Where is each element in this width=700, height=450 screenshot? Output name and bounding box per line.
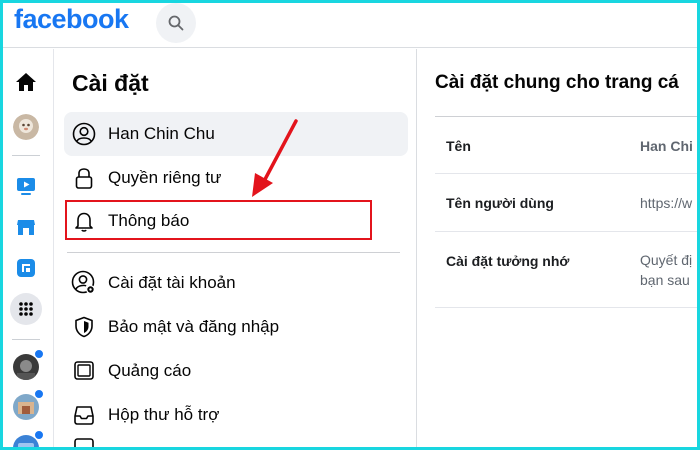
inbox-icon (70, 401, 98, 429)
row-divider (435, 307, 700, 308)
settings-item-ads[interactable]: Quảng cáo (64, 349, 408, 393)
settings-item-label: Han Chin Chu (108, 124, 215, 143)
row-value-memorial-line1[interactable]: Quyết đị (640, 250, 692, 270)
settings-item-label: Bảo mật và đăng nhập (108, 317, 280, 336)
row-divider (435, 231, 700, 232)
notification-dot (34, 389, 44, 399)
left-shortcut-rail (0, 49, 54, 450)
avatar-image (13, 114, 39, 140)
title-divider (435, 116, 700, 117)
settings-title: Cài đặt (72, 70, 149, 96)
row-value-memorial-line2: bạn sau (640, 272, 690, 288)
settings-item-privacy[interactable]: Quyền riêng tư (64, 156, 408, 200)
settings-item-label: Cài đặt tài khoản (108, 273, 236, 292)
row-divider (435, 173, 700, 174)
notification-dot (34, 430, 44, 440)
facebook-logo[interactable]: facebook (14, 4, 129, 35)
watch-shortcut[interactable] (13, 173, 39, 199)
apps-menu-button[interactable] (10, 293, 42, 325)
main-content: Cài đặt chung cho trang cá Tên Han Chi T… (418, 49, 700, 450)
row-value-username[interactable]: https://w (640, 193, 692, 213)
row-label-name: Tên (446, 138, 471, 154)
lock-icon (70, 164, 98, 192)
settings-sidebar: Cài đặt Han Chin Chu Quyền riêng tư Thôn… (55, 49, 417, 450)
gaming-icon (17, 259, 35, 277)
top-navigation-bar: facebook (0, 0, 700, 48)
watch-icon (17, 178, 35, 195)
settings-item-partial[interactable] (64, 437, 408, 450)
annotation-arrow-icon (252, 119, 298, 197)
settings-item-label: Quyền riêng tư (108, 168, 222, 187)
row-label-memorial: Cài đặt tưởng nhớ (446, 253, 570, 269)
row-value-name[interactable]: Han Chi (640, 136, 693, 156)
page-title: Cài đặt chung cho trang cá (435, 72, 679, 93)
apps-grid-icon (19, 302, 33, 316)
user-circle-icon (70, 120, 98, 148)
ad-screen-icon (70, 357, 98, 385)
partial-item-icon (70, 437, 98, 450)
marketplace-icon (17, 220, 35, 235)
settings-item-notifications[interactable]: Thông báo (64, 199, 408, 243)
marketplace-shortcut[interactable] (13, 214, 39, 240)
settings-item-profile[interactable]: Han Chin Chu (64, 112, 408, 156)
settings-item-security[interactable]: Bảo mật và đăng nhập (64, 305, 408, 349)
settings-item-label: Hộp thư hỗ trợ (108, 405, 220, 424)
gaming-shortcut[interactable] (13, 255, 39, 281)
home-icon (16, 73, 36, 91)
settings-item-account[interactable]: Cài đặt tài khoản (64, 261, 408, 305)
settings-item-label: Thông báo (108, 211, 190, 230)
row-label-username: Tên người dùng (446, 195, 554, 211)
rail-divider (12, 339, 40, 340)
settings-item-label: Quảng cáo (108, 361, 192, 380)
home-shortcut[interactable] (13, 69, 39, 95)
search-button[interactable] (156, 3, 196, 43)
settings-divider (67, 252, 400, 253)
bell-icon (70, 207, 98, 235)
profile-avatar[interactable] (13, 114, 39, 140)
user-gear-icon (70, 269, 98, 297)
shield-icon (70, 313, 98, 341)
settings-item-support-inbox[interactable]: Hộp thư hỗ trợ (64, 393, 408, 437)
notification-dot (34, 349, 44, 359)
rail-divider (12, 155, 40, 156)
search-icon (168, 15, 184, 31)
